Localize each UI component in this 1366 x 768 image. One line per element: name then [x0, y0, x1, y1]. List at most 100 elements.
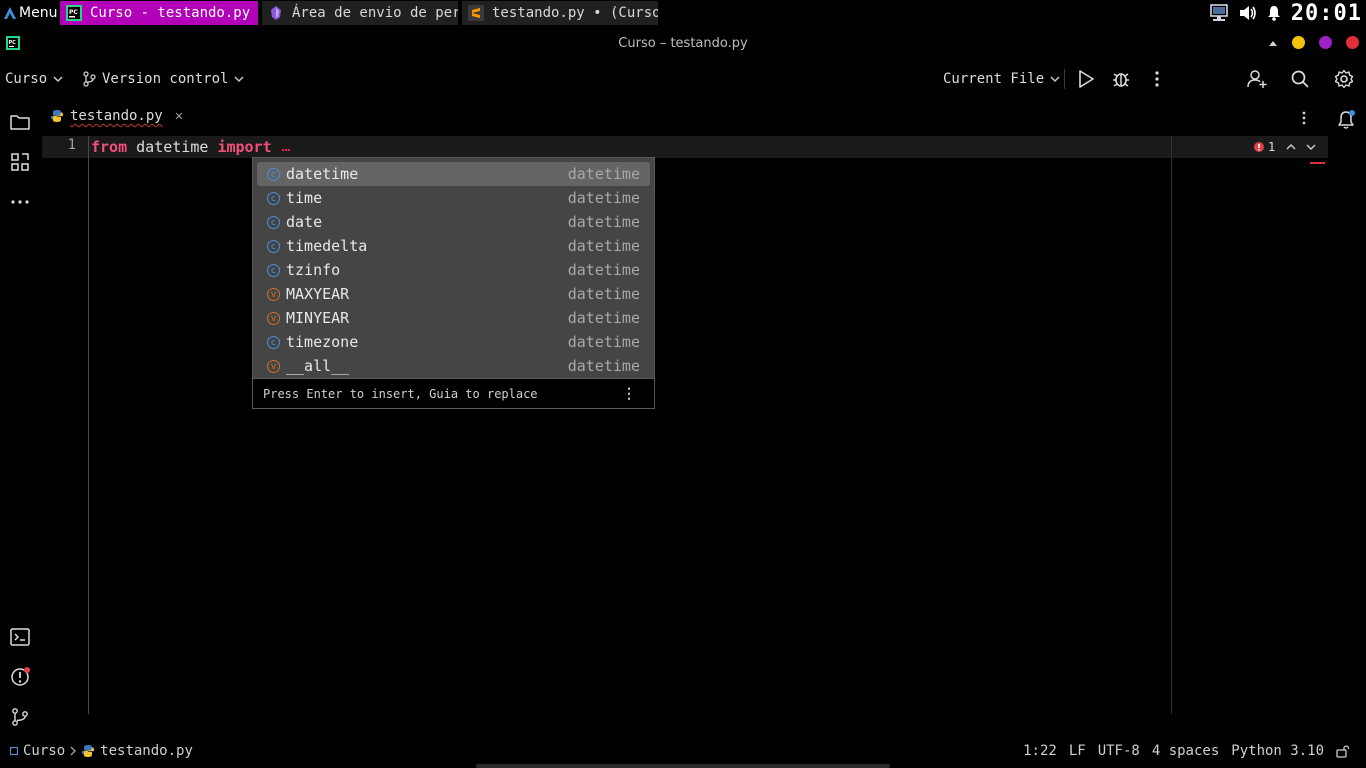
completion-item[interactable]: c datetime datetime: [257, 162, 650, 186]
completion-item[interactable]: c tzinfo datetime: [257, 258, 650, 282]
search-icon[interactable]: [1290, 69, 1310, 89]
add-user-icon[interactable]: [1247, 69, 1267, 89]
completion-footer: Press Enter to insert, Guia to replace ⋮: [253, 378, 654, 408]
notifications-icon[interactable]: [1336, 110, 1356, 130]
error-stripe-marker[interactable]: [1310, 162, 1325, 164]
clock[interactable]: 20:01: [1291, 1, 1362, 26]
start-menu-icon: [3, 6, 17, 20]
close-icon[interactable]: ✕: [175, 108, 183, 124]
terminal-icon[interactable]: [10, 627, 30, 647]
run-config-selector[interactable]: Current File: [943, 60, 1060, 98]
class-icon: c: [267, 215, 280, 229]
task-label: Curso - testando.py: [90, 5, 251, 21]
start-menu-button[interactable]: Menu: [0, 0, 57, 26]
horizontal-scrollbar[interactable]: [476, 764, 890, 768]
breadcrumb-file[interactable]: testando.py: [100, 743, 193, 759]
lock-open-icon[interactable]: [1336, 744, 1350, 758]
completion-item[interactable]: c timezone datetime: [257, 330, 650, 354]
completion-item-name: timedelta: [286, 237, 368, 255]
inspection-widget[interactable]: 1: [1254, 140, 1316, 154]
bell-icon[interactable]: [1267, 5, 1281, 21]
completion-item-type: datetime: [567, 165, 640, 183]
completion-item[interactable]: v __all__ datetime: [257, 354, 650, 378]
run-icon[interactable]: [1076, 69, 1096, 89]
window-titlebar[interactable]: PC Curso – testando.py: [0, 26, 1366, 60]
desktop-taskbar: Menu PC Curso - testando.py Área de envi…: [0, 0, 1366, 26]
editor-tab-label: testando.py: [70, 108, 163, 124]
more-horizontal-icon[interactable]: [10, 192, 30, 212]
collapse-up-icon[interactable]: [1268, 39, 1278, 47]
file-encoding[interactable]: UTF-8: [1098, 743, 1140, 759]
completion-popup: c datetime datetime c time datetime c date datet…: [252, 157, 655, 409]
variable-icon: v: [267, 311, 280, 325]
caret-position[interactable]: 1:22: [1023, 743, 1057, 759]
task-obsidian[interactable]: Área de envio de per…: [262, 1, 458, 25]
task-sublime[interactable]: testando.py • (Curso…: [462, 1, 658, 25]
completion-item-type: datetime: [567, 357, 640, 375]
task-label: Área de envio de per…: [292, 5, 458, 21]
maximize-button[interactable]: [1319, 36, 1332, 49]
network-icon[interactable]: [1209, 4, 1229, 22]
completion-item-name: MAXYEAR: [286, 285, 350, 303]
project-switcher[interactable]: Curso: [5, 60, 63, 98]
error-counter[interactable]: 1: [1254, 140, 1276, 154]
volume-icon[interactable]: [1239, 5, 1257, 21]
gutter-border: [88, 136, 89, 714]
editor-tabs: testando.py ✕: [40, 104, 1366, 134]
completion-item[interactable]: c time datetime: [257, 186, 650, 210]
problems-icon[interactable]: [10, 667, 30, 687]
completion-item-name: datetime: [286, 165, 359, 183]
more-vertical-icon[interactable]: [1147, 69, 1167, 89]
indent-setting[interactable]: 4 spaces: [1152, 743, 1219, 759]
completion-item-type: datetime: [567, 285, 640, 303]
branch-icon: [82, 71, 96, 87]
project-name: Curso: [5, 71, 48, 87]
completion-item[interactable]: v MINYEAR datetime: [257, 306, 650, 330]
completion-item-name: date: [286, 213, 323, 231]
svg-text:PC: PC: [69, 9, 78, 16]
completion-item[interactable]: v MAXYEAR datetime: [257, 282, 650, 306]
main-toolbar: Curso Version control Current File: [0, 60, 1366, 98]
variable-icon: v: [267, 287, 280, 301]
breadcrumb-project[interactable]: Curso: [23, 743, 65, 759]
error-count: 1: [1268, 140, 1276, 154]
minimize-button[interactable]: [1292, 36, 1305, 49]
git-icon[interactable]: [10, 707, 30, 727]
keyword-import: import: [217, 138, 272, 156]
keyword-from: from: [91, 138, 128, 156]
right-margin-guide: [1171, 136, 1172, 714]
chevron-down-icon: [1050, 76, 1060, 82]
task-pycharm[interactable]: PC Curso - testando.py: [60, 1, 258, 25]
vcs-widget[interactable]: Version control: [82, 60, 244, 98]
editor-tab-testando[interactable]: testando.py ✕: [50, 108, 183, 124]
debug-icon[interactable]: [1111, 69, 1131, 89]
obsidian-icon: [268, 5, 284, 21]
system-tray: 20:01: [1209, 0, 1366, 26]
line-separator[interactable]: LF: [1069, 743, 1086, 759]
close-button[interactable]: [1346, 36, 1359, 49]
status-widgets: 1:22 LF UTF-8 4 spaces Python 3.10: [1023, 743, 1350, 759]
more-vertical-icon[interactable]: ⋮: [622, 386, 636, 402]
vcs-label: Version control: [102, 71, 229, 87]
more-vertical-icon[interactable]: [1296, 110, 1312, 126]
class-icon: c: [267, 191, 280, 205]
completion-item-type: datetime: [567, 333, 640, 351]
class-icon: c: [267, 167, 280, 181]
line-number: 1: [67, 137, 76, 153]
completion-item[interactable]: c date datetime: [257, 210, 650, 234]
code-line-1[interactable]: from datetime import: [91, 136, 290, 158]
status-bar: Curso testando.py 1:22 LF UTF-8 4 spaces…: [0, 740, 1366, 764]
variable-icon: v: [267, 359, 280, 373]
chevron-up-icon[interactable]: [1286, 144, 1296, 150]
breadcrumb: Curso testando.py: [10, 743, 193, 759]
project-folder-icon[interactable]: [10, 112, 30, 132]
completion-item-name: time: [286, 189, 323, 207]
settings-icon[interactable]: [1334, 69, 1354, 89]
completion-item[interactable]: c timedelta datetime: [257, 234, 650, 258]
structure-icon[interactable]: [10, 152, 30, 172]
python-interpreter[interactable]: Python 3.10: [1231, 743, 1324, 759]
completion-item-type: datetime: [567, 261, 640, 279]
chevron-down-icon[interactable]: [1306, 144, 1316, 150]
completion-item-name: MINYEAR: [286, 309, 350, 327]
completion-hint: Press Enter to insert, Guia to replace: [263, 386, 538, 401]
